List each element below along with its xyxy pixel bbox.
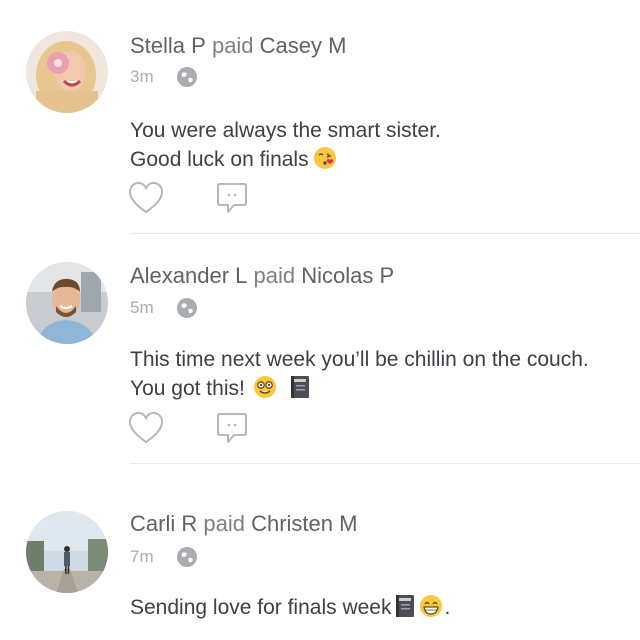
kissing-heart-emoji (313, 146, 337, 178)
timestamp: 5m (130, 298, 154, 317)
payment-meta: 3m (130, 66, 198, 88)
globe-icon (176, 66, 198, 88)
avatar-image (26, 31, 108, 113)
avatar[interactable] (26, 31, 108, 113)
avatar-image (26, 511, 108, 593)
notebook-emoji (394, 594, 416, 626)
recipient-name[interactable]: Christen M (251, 511, 357, 536)
globe-icon (176, 297, 198, 319)
message-line: Sending love for finals week (130, 596, 392, 619)
sender-name[interactable]: Carli R (130, 511, 197, 536)
avatar[interactable] (26, 511, 108, 593)
payment-verb: paid (253, 263, 296, 288)
heart-icon[interactable] (128, 181, 164, 220)
payment-message: You were always the smart sister. Good l… (130, 116, 441, 178)
timestamp: 7m (130, 547, 154, 566)
comment-icon[interactable] (216, 181, 248, 220)
sender-name[interactable]: Stella P (130, 33, 206, 58)
heart-icon[interactable] (128, 411, 164, 450)
payment-message: This time next week you’ll be chillin on… (130, 345, 589, 407)
recipient-name[interactable]: Nicolas P (301, 263, 394, 288)
recipient-name[interactable]: Casey M (260, 33, 347, 58)
message-line: This time next week you’ll be chillin on… (130, 348, 589, 371)
payment-verb: paid (203, 511, 245, 536)
action-bar (128, 181, 248, 220)
payment-meta: 7m (130, 546, 198, 568)
timestamp: 3m (130, 67, 154, 86)
payment-feed: Stella P paid Casey M 3m You were always… (0, 0, 640, 640)
avatar-image (26, 262, 108, 344)
payment-verb: paid (211, 33, 254, 58)
payment-header: Stella P paid Casey M (130, 32, 346, 60)
nerd-face-emoji (253, 375, 277, 407)
comment-icon[interactable] (216, 411, 248, 450)
grinning-face-emoji (419, 594, 443, 626)
payment-message: Sending love for finals week. (130, 593, 450, 626)
message-line: You were always the smart sister. (130, 119, 441, 142)
message-line: You got this! (130, 377, 245, 400)
divider (130, 233, 640, 234)
message-line: Good luck on finals (130, 148, 309, 171)
divider (130, 463, 640, 464)
avatar[interactable] (26, 262, 108, 344)
message-suffix: . (444, 596, 451, 619)
payment-header: Carli R paid Christen M (130, 510, 357, 538)
payment-meta: 5m (130, 297, 198, 319)
notebook-emoji (289, 375, 311, 407)
sender-name[interactable]: Alexander L (130, 263, 247, 288)
payment-header: Alexander L paid Nicolas P (130, 262, 394, 290)
action-bar (128, 411, 248, 450)
globe-icon (176, 546, 198, 568)
